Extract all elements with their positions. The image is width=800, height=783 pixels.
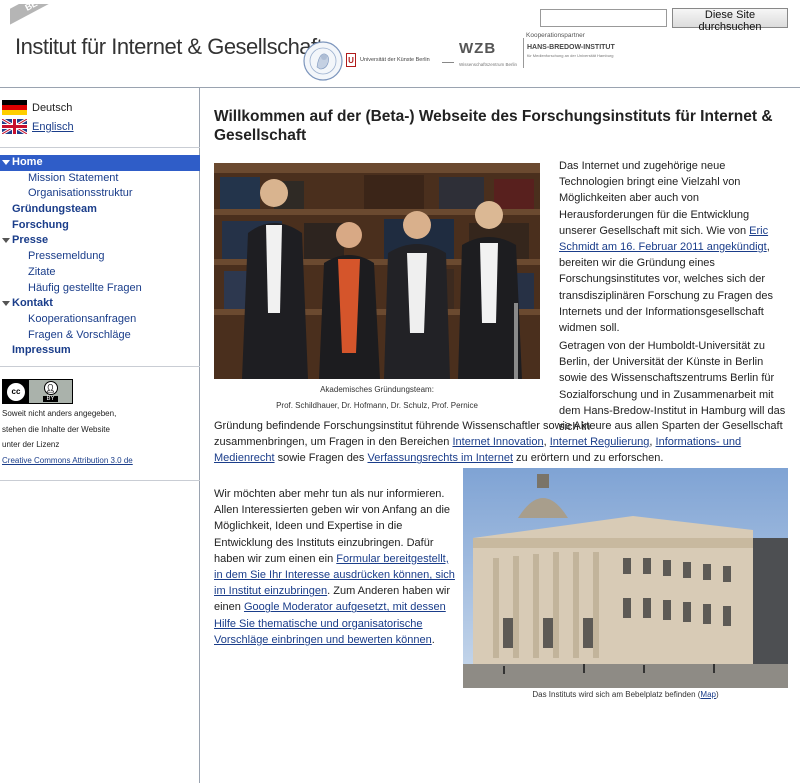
intro-paragraph: Das Internet und zugehörige neue Technol… bbox=[559, 160, 774, 335]
nav-item-label: Home bbox=[12, 156, 43, 168]
google-moderator-link[interactable]: Google Moderator aufgesetzt, mit dessen … bbox=[214, 601, 446, 645]
nav-item-label: Kontakt bbox=[12, 297, 53, 310]
nav-item-häufig-gestellte-fragen[interactable]: Häufig gestellte Fragen bbox=[0, 281, 200, 297]
cc-icon: cc bbox=[7, 382, 25, 401]
divider bbox=[0, 366, 200, 367]
expand-arrow-icon bbox=[2, 301, 10, 307]
participation-paragraph: Wir möchten aber mehr tun als nur inform… bbox=[214, 488, 455, 646]
nav-item-kontakt[interactable]: Kontakt bbox=[0, 296, 200, 312]
nav-item-label: Presse bbox=[12, 234, 49, 247]
license-notice: Soweit nicht anders angegeben, stehen di… bbox=[2, 409, 133, 465]
nav-item-label: Mission Statement bbox=[28, 171, 119, 184]
language-englisch[interactable]: Englisch bbox=[2, 119, 74, 134]
nav-item-kooperationsanfragen[interactable]: Kooperationsanfragen bbox=[0, 312, 200, 328]
expand-arrow-icon bbox=[2, 238, 10, 244]
site-header: BETA Institut für Internet & Gesellschaf… bbox=[0, 0, 800, 88]
beta-badge: BETA bbox=[10, 4, 64, 30]
wzb-logo[interactable]: WZB Wissenschaftszentrum Berlin bbox=[459, 40, 517, 67]
page-title: Willkommen auf der (Beta-) Webseite des … bbox=[214, 108, 773, 144]
nav-item-pressemeldung[interactable]: Pressemeldung bbox=[0, 249, 200, 265]
language-link[interactable]: Englisch bbox=[32, 121, 74, 133]
nav-item-fragen-vorschläge[interactable]: Fragen & Vorschläge bbox=[0, 328, 200, 344]
language-deutsch[interactable]: Deutsch bbox=[2, 100, 72, 115]
german-flag-icon bbox=[2, 100, 27, 115]
research-areas-paragraph: Gründung befindende Forschungsinstitut f… bbox=[214, 420, 783, 465]
nav-item-organisationsstruktur[interactable]: Organisationsstruktur bbox=[0, 186, 200, 202]
udk-logo[interactable]: U Universität der Künste Berlin bbox=[346, 48, 430, 72]
nav-item-label: Zitate bbox=[28, 265, 56, 278]
main-navigation: Home Mission Statement Organisationsstrukt… bbox=[0, 155, 200, 359]
partner-label: Kooperationspartner bbox=[526, 32, 585, 39]
license-link[interactable]: Creative Commons Attribution 3.0 de bbox=[2, 456, 133, 465]
search-input[interactable] bbox=[540, 9, 667, 27]
hans-bredow-institut-logo[interactable]: HANS-BREDOW-INSTITUT für Medienforschung… bbox=[527, 44, 615, 58]
uk-flag-icon bbox=[2, 119, 27, 134]
site-title[interactable]: Institut für Internet & Gesellschaft bbox=[15, 34, 323, 60]
partner-divider bbox=[523, 38, 524, 68]
language-label: Deutsch bbox=[32, 101, 73, 114]
nav-item-mission-statement[interactable]: Mission Statement bbox=[0, 171, 200, 187]
bebelplatz-building-photo bbox=[463, 468, 788, 688]
divider bbox=[0, 147, 200, 148]
nav-item-label: Fragen & Vorschläge bbox=[28, 328, 131, 341]
map-link[interactable]: Map bbox=[700, 690, 716, 699]
sidebar: Deutsch Englisch Home Mission Statement Or… bbox=[0, 88, 200, 783]
nav-item-gründungsteam[interactable]: Gründungsteam bbox=[0, 202, 200, 218]
creative-commons-badge[interactable]: cc 👤︎ BY bbox=[2, 379, 73, 404]
nav-item-zitate[interactable]: Zitate bbox=[0, 265, 200, 281]
nav-item-label: Organisationsstruktur bbox=[28, 187, 133, 200]
founding-team-photo bbox=[214, 163, 540, 379]
nav-item-label: Gründungsteam bbox=[12, 203, 97, 216]
nav-item-label: Kooperationsanfragen bbox=[28, 312, 137, 325]
divider bbox=[0, 480, 200, 481]
expand-arrow-icon bbox=[2, 160, 10, 165]
nav-item-presse[interactable]: Presse bbox=[0, 233, 200, 249]
nav-item-forschung[interactable]: Forschung bbox=[0, 218, 200, 234]
attribution-person-icon: 👤︎ bbox=[43, 381, 58, 395]
humboldt-university-seal-logo[interactable] bbox=[302, 40, 344, 82]
team-photo-caption: Akademisches Gründungsteam: Prof. Schild… bbox=[276, 385, 478, 410]
building-photo-caption: Das Instituts wird sich am Bebelplatz be… bbox=[532, 690, 719, 699]
verfassungsrecht-link[interactable]: Verfassungsrechts im Internet bbox=[367, 452, 513, 464]
nav-item-impressum[interactable]: Impressum bbox=[0, 343, 200, 359]
logo-divider bbox=[442, 62, 454, 63]
internet-regulierung-link[interactable]: Internet Regulierung bbox=[550, 436, 650, 448]
search-button[interactable]: Diese Site durchsuchen bbox=[672, 8, 788, 33]
nav-item-label: Impressum bbox=[12, 344, 71, 357]
nav-item-label: Pressemeldung bbox=[28, 250, 105, 263]
nav-item-label: Häufig gestellte Fragen bbox=[28, 281, 142, 294]
nav-item-label: Forschung bbox=[12, 218, 69, 231]
internet-innovation-link[interactable]: Internet Innovation bbox=[452, 436, 543, 448]
nav-item-home[interactable]: Home bbox=[0, 155, 200, 171]
